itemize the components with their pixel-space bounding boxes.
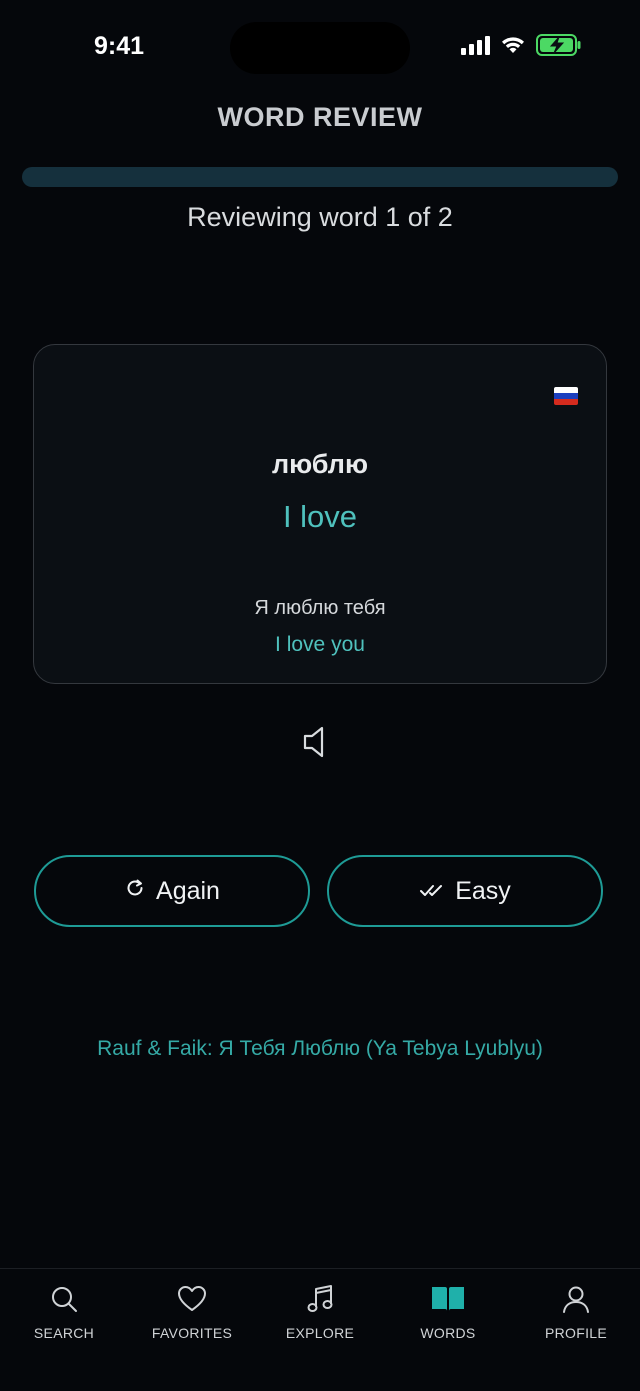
flashcard[interactable]: люблю I love Я люблю тебя I love you <box>33 344 607 684</box>
card-example-sentence: Я люблю тебя <box>254 597 386 619</box>
easy-button-label: Easy <box>455 876 511 905</box>
tab-label: EXPLORE <box>285 1325 355 1341</box>
book-icon <box>384 1279 512 1319</box>
tab-words[interactable]: WORDS <box>384 1279 512 1341</box>
heart-icon <box>128 1279 256 1319</box>
battery-charging-icon <box>536 34 582 56</box>
song-link[interactable]: Rauf & Faik: Я Тебя Люблю (Ya Tebya Lyub… <box>0 1037 640 1061</box>
easy-button[interactable]: Easy <box>327 855 603 927</box>
dynamic-island <box>230 22 410 74</box>
wifi-icon <box>500 35 526 55</box>
card-word: люблю <box>271 449 369 479</box>
music-note-icon <box>256 1279 384 1319</box>
tab-profile[interactable]: PROFILE <box>512 1279 640 1341</box>
tab-label: PROFILE <box>544 1325 607 1341</box>
refresh-icon <box>124 877 146 906</box>
status-time: 9:41 <box>94 32 145 60</box>
page-title: WORD REVIEW <box>217 102 423 132</box>
tab-search[interactable]: SEARCH <box>0 1279 128 1341</box>
speaker-icon[interactable] <box>300 724 332 760</box>
tab-label: FAVORITES <box>151 1325 233 1341</box>
cellular-signal-icon <box>461 35 490 55</box>
search-icon <box>0 1279 128 1319</box>
again-button-label: Again <box>156 876 220 905</box>
user-icon <box>512 1279 640 1319</box>
russia-flag-icon <box>554 387 578 405</box>
card-translation: I love <box>282 499 358 534</box>
review-progress-bar <box>22 167 618 187</box>
card-example-translation: I love you <box>275 633 365 656</box>
tab-explore[interactable]: EXPLORE <box>256 1279 384 1341</box>
tab-favorites[interactable]: FAVORITES <box>128 1279 256 1341</box>
again-button[interactable]: Again <box>34 855 310 927</box>
tab-label: SEARCH <box>33 1325 95 1341</box>
tab-label: WORDS <box>420 1325 476 1341</box>
status-icons <box>461 34 582 56</box>
review-progress-text: Reviewing word 1 of 2 <box>187 202 453 232</box>
status-bar: 9:41 <box>0 0 640 96</box>
bottom-tab-bar: SEARCH FAVORITES EXPLORE WORDS PROFILE <box>0 1268 640 1391</box>
double-check-icon <box>419 877 445 906</box>
